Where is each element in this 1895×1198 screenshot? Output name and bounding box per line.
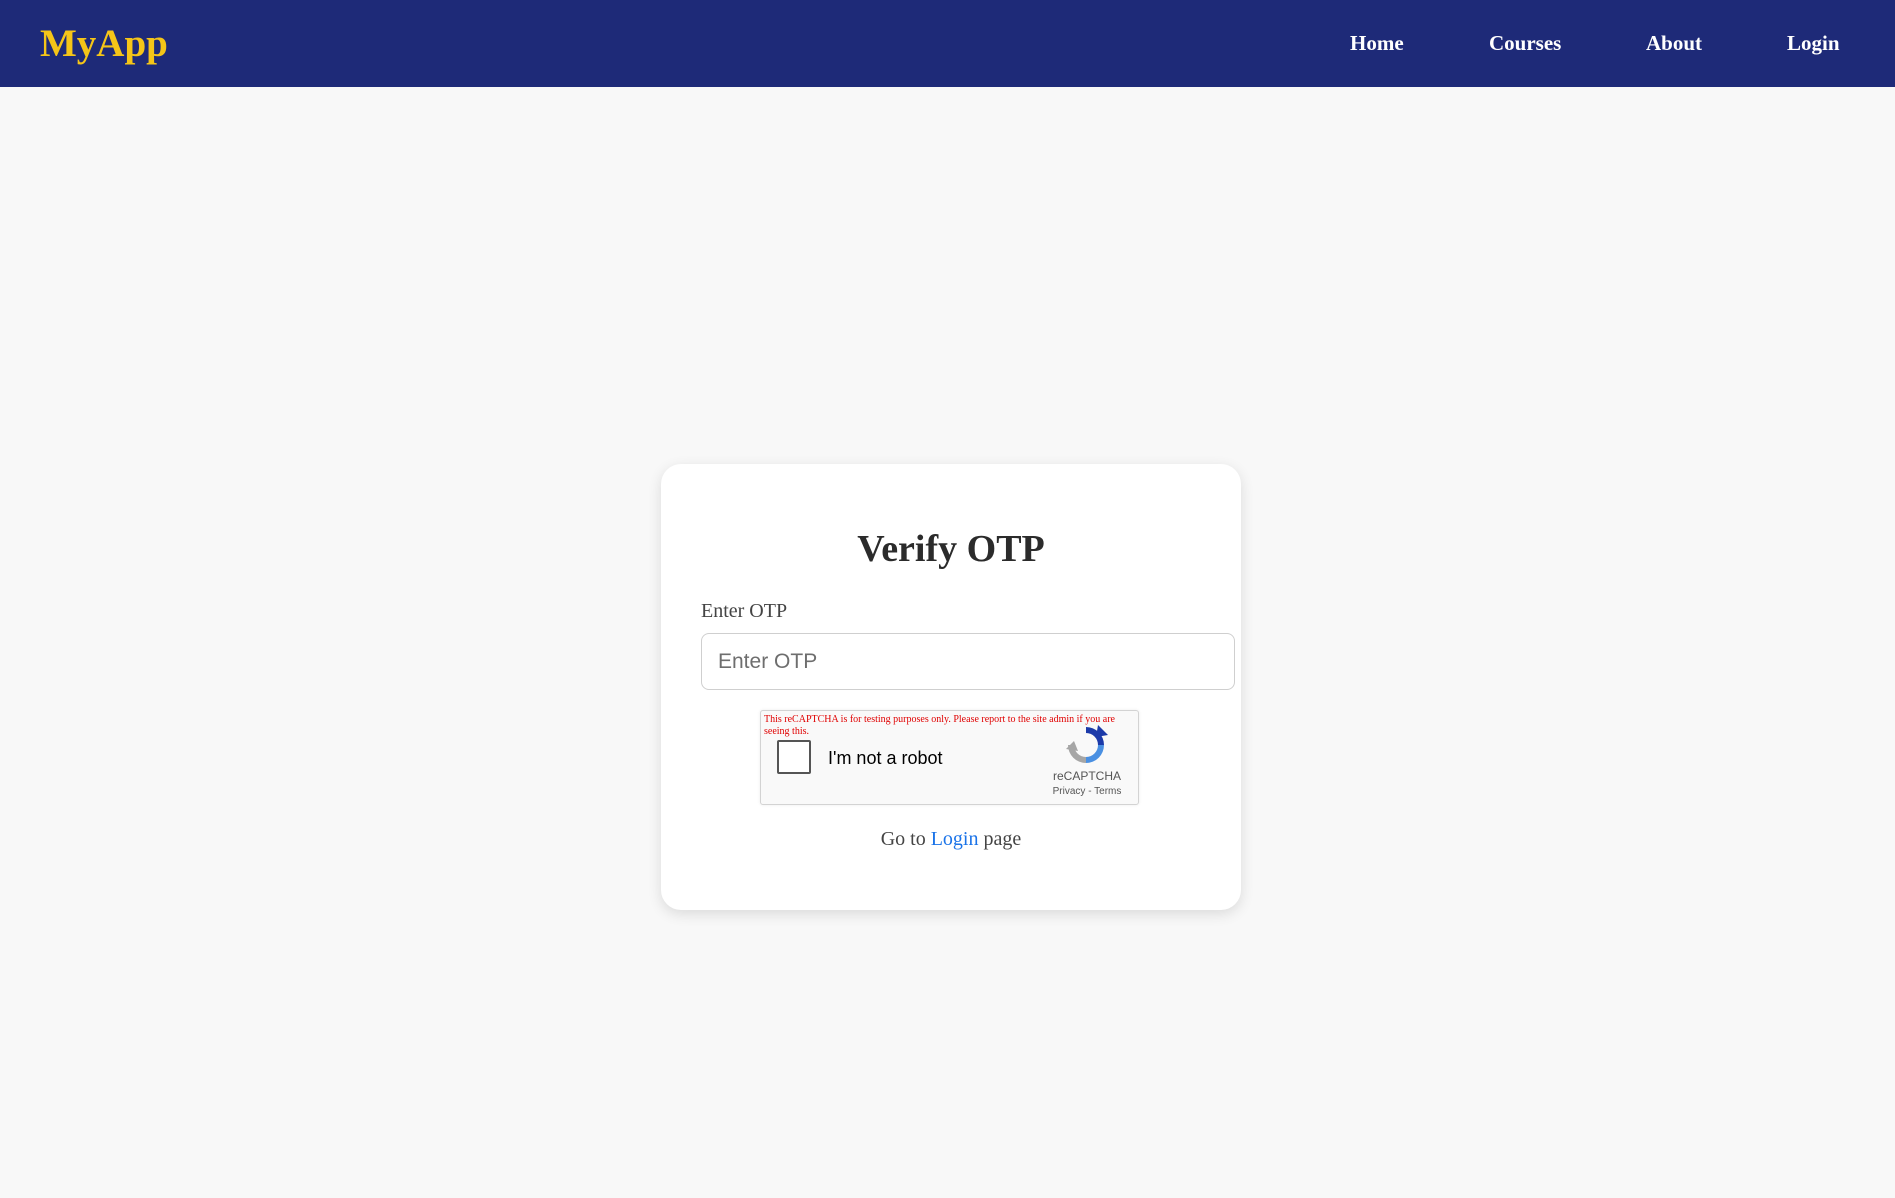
nav-link-about[interactable]: About bbox=[1646, 30, 1702, 56]
otp-field-label: Enter OTP bbox=[701, 600, 788, 622]
recaptcha-checkbox-label: I'm not a robot bbox=[828, 748, 943, 768]
recaptcha-logo-icon bbox=[1066, 725, 1108, 763]
login-prompt-prefix: Go to bbox=[880, 828, 931, 850]
nav-link-home[interactable]: Home bbox=[1350, 30, 1404, 56]
nav-link-courses[interactable]: Courses bbox=[1489, 30, 1561, 56]
nav-link-login[interactable]: Login bbox=[1787, 30, 1840, 56]
recaptcha-widget: This reCAPTCHA is for testing purposes o… bbox=[760, 710, 1139, 805]
recaptcha-privacy-link[interactable]: Privacy bbox=[1053, 786, 1086, 797]
recaptcha-brand: reCAPTCHA bbox=[1052, 769, 1121, 783]
login-prompt: Go to Login page bbox=[661, 826, 1241, 852]
recaptcha-links: Privacy - Terms bbox=[1046, 786, 1128, 798]
navbar: MyApp Home Courses About Login bbox=[0, 0, 1895, 87]
login-link[interactable]: Login bbox=[931, 828, 979, 850]
login-prompt-suffix: page bbox=[978, 828, 1022, 850]
otp-input[interactable] bbox=[701, 633, 1235, 690]
recaptcha-terms-link[interactable]: Terms bbox=[1094, 786, 1121, 797]
brand-logo[interactable]: MyApp bbox=[40, 22, 168, 66]
recaptcha-link-separator: - bbox=[1085, 786, 1095, 797]
page-title: Verify OTP bbox=[857, 528, 1045, 570]
recaptcha-checkbox[interactable] bbox=[777, 740, 811, 774]
